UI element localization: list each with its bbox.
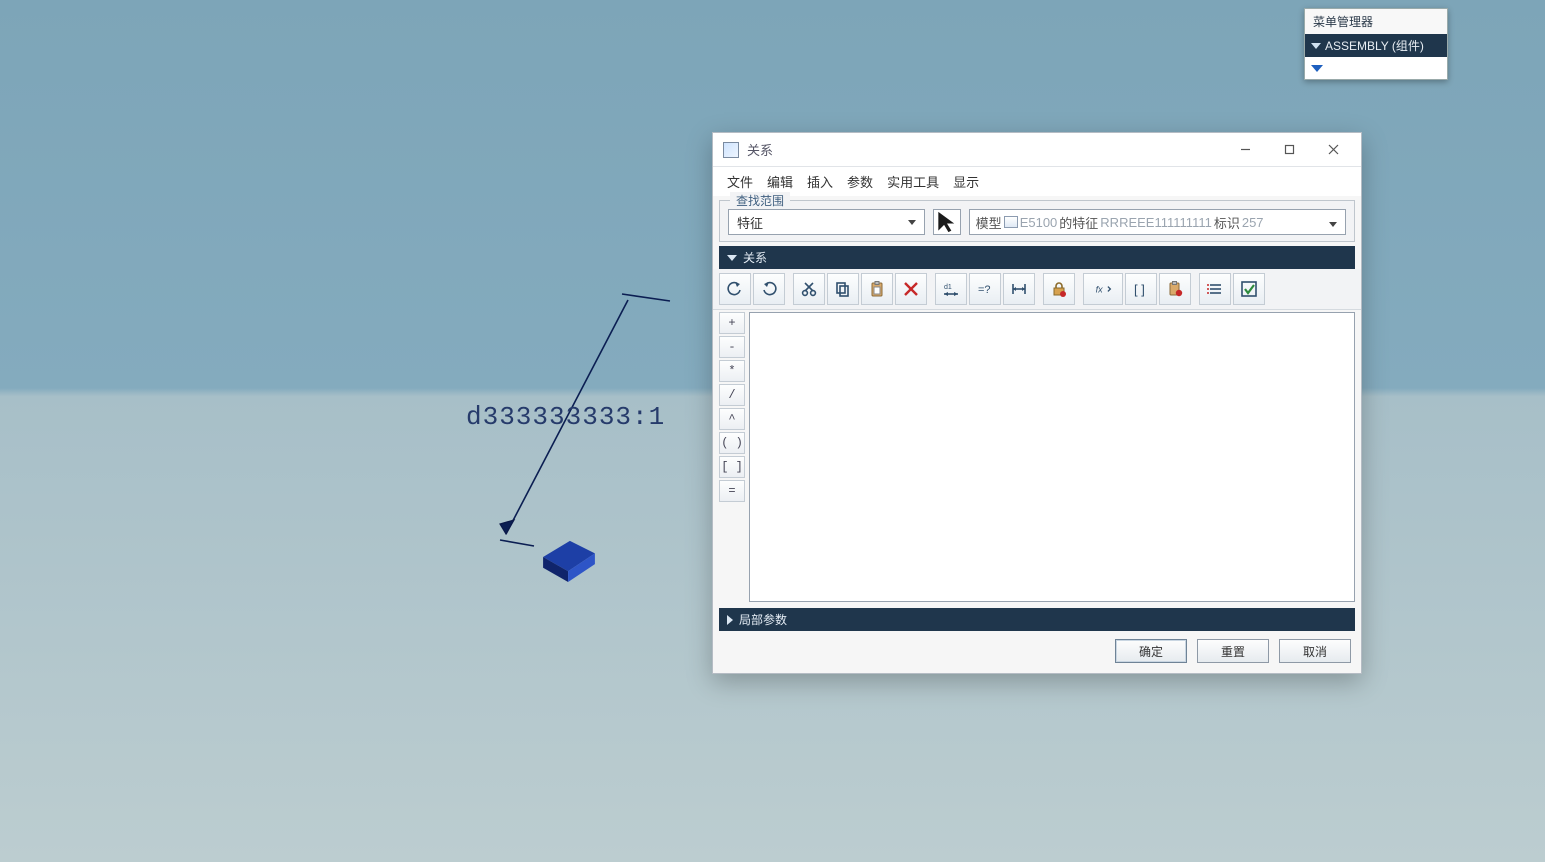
menu-show[interactable]: 显示 <box>953 172 979 191</box>
scope-group: 查找范围 特征 模型 E5100 的特征 RRREEE111111111 标识 … <box>719 200 1355 242</box>
relations-toolbar: d1 =? fx [ ] <box>713 269 1361 310</box>
op-div[interactable]: / <box>719 384 745 406</box>
minimize-button[interactable] <box>1223 135 1267 165</box>
menu-insert[interactable]: 插入 <box>807 172 833 191</box>
dimension-label: d333333333:1 <box>466 402 665 432</box>
op-minus[interactable]: - <box>719 336 745 358</box>
menu-tools[interactable]: 实用工具 <box>887 172 939 191</box>
svg-text:[ ]: [ ] <box>1134 282 1145 297</box>
operator-palette: + - * / ^ ( ) [ ] = <box>719 312 745 602</box>
menu-file[interactable]: 文件 <box>727 172 753 191</box>
delete-button[interactable] <box>895 273 927 305</box>
scope-mid: 的特征 <box>1059 213 1098 232</box>
dialog-title: 关系 <box>747 140 773 159</box>
part-box-3d <box>534 532 604 582</box>
ok-button[interactable]: 确定 <box>1115 639 1187 663</box>
chevron-down-icon <box>904 214 920 230</box>
chevron-down-icon <box>727 255 737 261</box>
svg-text:=?: =? <box>978 284 991 296</box>
menu-manager-title: 菜单管理器 <box>1305 9 1447 34</box>
menu-params[interactable]: 参数 <box>847 172 873 191</box>
relations-dialog: 关系 文件 编辑 插入 参数 实用工具 显示 查找范围 特征 模型 E5100 <box>712 132 1362 674</box>
list-button[interactable] <box>1199 273 1231 305</box>
dimension-button[interactable] <box>1003 273 1035 305</box>
relations-editor[interactable] <box>749 312 1355 602</box>
section-local-params-label: 局部参数 <box>739 611 787 628</box>
check-button[interactable] <box>1233 273 1265 305</box>
svg-text:fx: fx <box>1096 284 1104 294</box>
app-icon <box>723 142 739 158</box>
cancel-button[interactable]: 取消 <box>1279 639 1351 663</box>
triangle-down-icon <box>1311 65 1323 72</box>
redo-button[interactable] <box>753 273 785 305</box>
model-icon <box>1004 216 1018 228</box>
menu-manager-row[interactable] <box>1305 57 1447 79</box>
titlebar[interactable]: 关系 <box>713 133 1361 167</box>
section-local-params-header[interactable]: 局部参数 <box>719 608 1355 631</box>
section-relations-label: 关系 <box>743 249 767 266</box>
brackets-button[interactable]: [ ] <box>1125 273 1157 305</box>
menu-manager-header-label: ASSEMBLY (组件) <box>1325 37 1424 54</box>
undo-button[interactable] <box>719 273 751 305</box>
menubar: 文件 编辑 插入 参数 实用工具 显示 <box>713 167 1361 196</box>
chevron-down-icon <box>1325 215 1341 230</box>
scope-legend: 查找范围 <box>730 192 790 209</box>
scope-combo[interactable]: 特征 <box>728 209 925 235</box>
copy-button[interactable] <box>827 273 859 305</box>
close-button[interactable] <box>1311 135 1355 165</box>
section-relations-header[interactable]: 关系 <box>719 246 1355 269</box>
scope-combo-value: 特征 <box>737 213 763 232</box>
scope-gray1: E5100 <box>1020 215 1058 230</box>
menu-manager-header[interactable]: ASSEMBLY (组件) <box>1305 34 1447 57</box>
menu-manager-panel[interactable]: 菜单管理器 ASSEMBLY (组件) <box>1304 8 1448 80</box>
op-paren[interactable]: ( ) <box>719 432 745 454</box>
lock-button[interactable] <box>1043 273 1075 305</box>
cut-button[interactable] <box>793 273 825 305</box>
maximize-button[interactable] <box>1267 135 1311 165</box>
op-mult[interactable]: * <box>719 360 745 382</box>
scope-gray3: 257 <box>1242 215 1264 230</box>
scope-prefix: 模型 <box>976 213 1002 232</box>
chevron-right-icon <box>727 615 733 625</box>
op-plus[interactable]: + <box>719 312 745 334</box>
fx-button[interactable]: fx <box>1083 273 1123 305</box>
scope-field[interactable]: 模型 E5100 的特征 RRREEE111111111 标识 257 <box>969 209 1346 235</box>
clipboard-badge-button[interactable] <box>1159 273 1191 305</box>
dialog-button-row: 确定 重置 取消 <box>713 631 1361 673</box>
select-pointer-button[interactable] <box>933 209 961 235</box>
scope-suffix: 标识 <box>1214 213 1240 232</box>
op-bracket[interactable]: [ ] <box>719 456 745 478</box>
evaluate-button[interactable]: =? <box>969 273 1001 305</box>
svg-text:d1: d1 <box>944 284 952 291</box>
op-pow[interactable]: ^ <box>719 408 745 430</box>
op-equals[interactable]: = <box>719 480 745 502</box>
chevron-down-icon <box>1311 43 1321 49</box>
reset-button[interactable]: 重置 <box>1197 639 1269 663</box>
scope-gray2: RRREEE111111111 <box>1100 215 1212 230</box>
dim-tool-button[interactable]: d1 <box>935 273 967 305</box>
menu-edit[interactable]: 编辑 <box>767 172 793 191</box>
paste-button[interactable] <box>861 273 893 305</box>
